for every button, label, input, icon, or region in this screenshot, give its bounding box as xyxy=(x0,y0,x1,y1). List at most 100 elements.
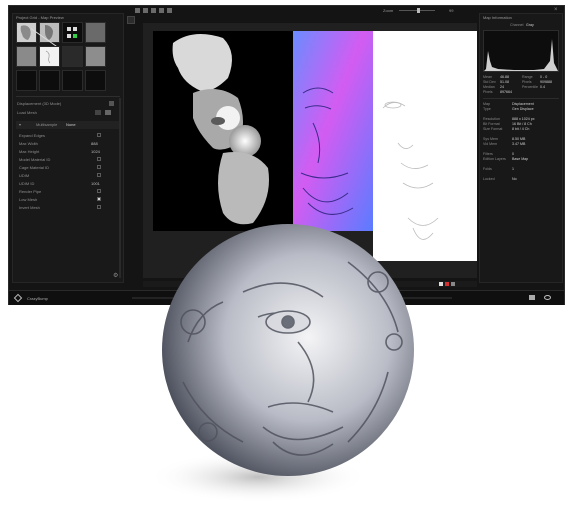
thumb-diffuse[interactable] xyxy=(16,22,37,43)
fit-view-button[interactable] xyxy=(127,16,135,24)
stat-value: 51.08 xyxy=(500,80,509,84)
thumb-option-green[interactable] xyxy=(73,34,77,38)
sphere-3d-preview[interactable] xyxy=(148,222,422,512)
prop-value[interactable]: 1001 xyxy=(91,181,100,186)
info-label: Edition Layers xyxy=(483,157,506,161)
stat-label: Pixels xyxy=(522,80,532,84)
prop-toggle[interactable] xyxy=(97,133,101,137)
toolbar-icon-open[interactable] xyxy=(135,8,140,13)
zoom-slider[interactable] xyxy=(399,8,435,13)
info-label: Sys Mem xyxy=(483,137,498,141)
stat-value: 0 - 0 xyxy=(540,75,548,79)
thumb-gray[interactable] xyxy=(85,22,106,43)
info-value: 8 bit / 4 Ch xyxy=(512,127,530,131)
channel-value[interactable]: Gray xyxy=(526,23,534,27)
stat-label: Std Dev xyxy=(483,80,496,84)
scrollbar[interactable] xyxy=(119,98,121,278)
stat-value: 897664 xyxy=(500,90,512,94)
prop-label: Max Height xyxy=(19,149,40,154)
thumb-dark[interactable] xyxy=(62,46,83,67)
info-label: Size Format xyxy=(483,127,503,131)
prop-value[interactable]: 1024 xyxy=(91,149,100,154)
map-information-panel: Map Information Channel Gray Mean 46.88 … xyxy=(479,13,563,283)
toolbar-icon-save[interactable] xyxy=(143,8,148,13)
stat-label: Percentile xyxy=(522,85,538,89)
stat-label: Median xyxy=(483,85,495,89)
info-label: Resolution xyxy=(483,117,500,121)
info-value: 888 x 1024 px xyxy=(512,117,535,121)
info-value: Gen Displace xyxy=(512,107,534,111)
thumb-gray-3[interactable] xyxy=(85,46,106,67)
thumb-empty[interactable] xyxy=(16,70,37,91)
thumb-white[interactable] xyxy=(39,46,60,67)
histogram xyxy=(483,30,559,72)
left-panel: Project Grid - Map Preview Displacement … xyxy=(12,13,124,283)
section-header[interactable]: ▾ Multisample None xyxy=(16,121,120,129)
info-value: Displacement xyxy=(512,102,534,106)
thumb-face-icon xyxy=(20,25,31,40)
prop-toggle[interactable] xyxy=(97,157,101,161)
brand-logo-icon xyxy=(13,293,23,303)
thumb-option-dot[interactable] xyxy=(73,27,77,31)
thumb-option-dot[interactable] xyxy=(67,27,71,31)
prop-label: Render Pipe xyxy=(19,189,42,194)
thumb-face-icon xyxy=(45,50,51,64)
brand-name: CrazyBump xyxy=(27,296,48,301)
prop-checkbox[interactable] xyxy=(97,205,101,209)
color-swatch-white[interactable] xyxy=(439,282,443,286)
thumb-empty[interactable] xyxy=(62,70,83,91)
prop-label: UDIM ID xyxy=(19,181,35,186)
info-label: Vid Mem xyxy=(483,142,498,146)
thumb-empty[interactable] xyxy=(85,70,106,91)
info-label: Map xyxy=(483,102,490,106)
color-swatch-gray[interactable] xyxy=(451,282,455,286)
section-title: Multisample xyxy=(36,122,58,127)
prop-checkbox-checked[interactable] xyxy=(97,197,101,201)
info-value: 0 xyxy=(512,152,514,156)
stat-value: 46.88 xyxy=(500,75,509,79)
thumb-option-dot[interactable] xyxy=(67,34,71,38)
toolbar-icon-save-all[interactable] xyxy=(151,8,156,13)
thumb-gray-2[interactable] xyxy=(16,46,37,67)
prop-checkbox[interactable] xyxy=(97,189,101,193)
color-swatch-red[interactable] xyxy=(445,282,449,286)
left-panel-title: Project Grid - Map Preview xyxy=(16,15,64,20)
info-label: Bit Format xyxy=(483,122,500,126)
prop-label: Invert Mesh xyxy=(19,205,40,210)
prop-label: UDIM xyxy=(19,173,30,178)
info-value: Base Map xyxy=(512,157,529,161)
sphere-render xyxy=(148,224,414,503)
stat-label: Mean xyxy=(483,75,492,79)
info-value: 16 Bit / 8 Ch xyxy=(512,122,532,126)
toolbar-icon-export[interactable] xyxy=(159,8,164,13)
eye-icon[interactable] xyxy=(544,295,551,300)
load-mesh-label[interactable]: Load Mesh xyxy=(17,110,37,115)
load-mesh-button[interactable] xyxy=(95,110,101,115)
prop-label: Expand Edges xyxy=(19,133,46,138)
toolbar-icon-settings[interactable] xyxy=(167,8,172,13)
info-value: No xyxy=(512,177,517,181)
gear-icon[interactable]: ⚙ xyxy=(113,272,118,279)
prop-label: Low Mesh xyxy=(19,197,38,202)
thumb-face-icon xyxy=(45,25,53,40)
info-label: Filters xyxy=(483,152,493,156)
stat-value: 0.4 xyxy=(540,85,545,89)
prop-label: Cage Material ID xyxy=(19,165,50,170)
info-value: 3.47 MB xyxy=(512,142,526,146)
reload-mesh-button[interactable] xyxy=(105,110,111,115)
mode-menu-icon[interactable] xyxy=(109,101,114,106)
prop-value[interactable]: 888 xyxy=(91,141,98,146)
zoom-slider-handle[interactable] xyxy=(417,8,420,13)
prop-toggle[interactable] xyxy=(97,173,101,177)
thumb-normal-options[interactable] xyxy=(62,22,83,43)
thumb-empty[interactable] xyxy=(39,70,60,91)
info-value: 8.50 MB xyxy=(512,137,526,141)
chevron-down-icon: ▾ xyxy=(19,122,22,127)
stat-label: Pixels xyxy=(483,90,493,94)
stat-value: 24 xyxy=(500,85,504,89)
prop-toggle[interactable] xyxy=(97,165,101,169)
section-value: None xyxy=(66,122,76,127)
zoom-label: Zoom xyxy=(383,8,394,13)
rgb-icon[interactable] xyxy=(529,295,535,300)
info-value: 1 xyxy=(512,167,514,171)
